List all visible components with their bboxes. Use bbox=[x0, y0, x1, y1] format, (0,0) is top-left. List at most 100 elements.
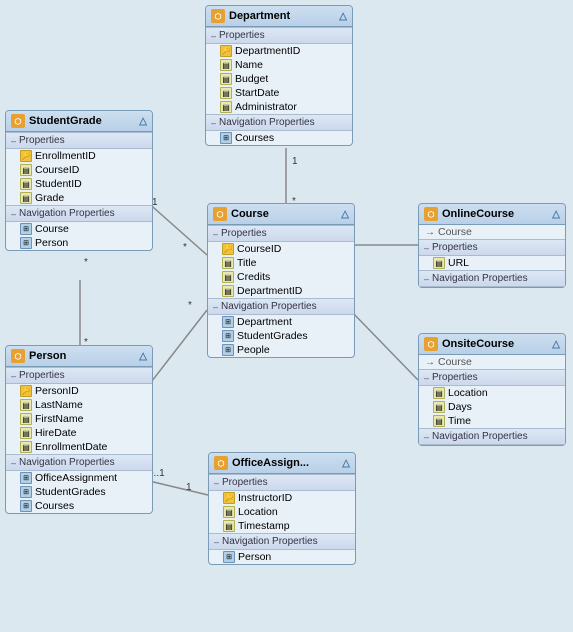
person-prop-lastname: ▤ LastName bbox=[6, 398, 152, 412]
studentgrade-prop-grade: ▤ Grade bbox=[6, 191, 152, 205]
field-icon: ▤ bbox=[220, 101, 232, 113]
svg-text:*: * bbox=[183, 242, 187, 253]
studentgrade-properties-label: Properties bbox=[19, 135, 65, 146]
entity-onsitecourse-icon: ⬡ bbox=[424, 337, 438, 351]
key-icon: 🔑 bbox=[223, 492, 235, 504]
course-properties-label: Properties bbox=[221, 228, 267, 239]
entity-department-collapse[interactable]: △ bbox=[339, 11, 347, 22]
entity-studentgrade-icon: ⬡ bbox=[11, 114, 25, 128]
officeassignment-prop-timestamp: ▤ Timestamp bbox=[209, 519, 355, 533]
department-properties-header[interactable]: – Properties bbox=[206, 27, 352, 44]
course-prop-credits: ▤ Credits bbox=[208, 270, 354, 284]
onsitecourse-prop-time: ▤ Time bbox=[419, 414, 565, 428]
onsitecourse-properties-header[interactable]: – Properties bbox=[419, 369, 565, 386]
onsitecourse-navprops-header[interactable]: – Navigation Properties bbox=[419, 428, 565, 445]
studentgrade-navprops-header[interactable]: – Navigation Properties bbox=[6, 205, 152, 222]
course-navprops-header[interactable]: – Navigation Properties bbox=[208, 298, 354, 315]
entity-studentgrade: ⬡ StudentGrade △ – Properties 🔑 Enrollme… bbox=[5, 110, 153, 251]
studentgrade-prop-studentid: ▤ StudentID bbox=[6, 177, 152, 191]
department-prop-departmentid: 🔑 DepartmentID bbox=[206, 44, 352, 58]
entity-onsitecourse-collapse[interactable]: △ bbox=[552, 339, 560, 350]
onlinecourse-arrow: → Course bbox=[419, 225, 565, 239]
field-icon: ▤ bbox=[433, 401, 445, 413]
person-nav-courses: ⊞ Courses bbox=[6, 499, 152, 513]
field-icon: ▤ bbox=[222, 285, 234, 297]
department-properties-label: Properties bbox=[219, 30, 265, 41]
entity-course-header[interactable]: ⬡ Course △ bbox=[208, 204, 354, 225]
onsitecourse-properties-label: Properties bbox=[432, 372, 478, 383]
entity-person: ⬡ Person △ – Properties 🔑 PersonID ▤ Las… bbox=[5, 345, 153, 514]
key-icon: 🔑 bbox=[220, 45, 232, 57]
entity-onsitecourse-header[interactable]: ⬡ OnsiteCourse △ bbox=[419, 334, 565, 355]
onsitecourse-arrow: → Course bbox=[419, 355, 565, 369]
course-nav-people: ⊞ People bbox=[208, 343, 354, 357]
entity-onlinecourse-header[interactable]: ⬡ OnlineCourse △ bbox=[419, 204, 565, 225]
field-icon: ▤ bbox=[222, 257, 234, 269]
person-nav-studentgrades: ⊞ StudentGrades bbox=[6, 485, 152, 499]
nav-icon: ⊞ bbox=[222, 330, 234, 342]
studentgrade-properties-header[interactable]: – Properties bbox=[6, 132, 152, 149]
field-icon: ▤ bbox=[20, 399, 32, 411]
entity-onsitecourse-title: OnsiteCourse bbox=[442, 338, 514, 350]
entity-course-collapse[interactable]: △ bbox=[341, 209, 349, 220]
field-icon: ▤ bbox=[220, 73, 232, 85]
nav-icon: ⊞ bbox=[223, 551, 235, 563]
entity-onlinecourse-title: OnlineCourse bbox=[442, 208, 514, 220]
person-properties-header[interactable]: – Properties bbox=[6, 367, 152, 384]
person-prop-hiredate: ▤ HireDate bbox=[6, 426, 152, 440]
entity-onsitecourse: ⬡ OnsiteCourse △ → Course – Properties ▤… bbox=[418, 333, 566, 446]
officeassignment-prop-location: ▤ Location bbox=[209, 505, 355, 519]
field-icon: ▤ bbox=[20, 164, 32, 176]
entity-studentgrade-collapse[interactable]: △ bbox=[139, 116, 147, 127]
course-prop-title: ▤ Title bbox=[208, 256, 354, 270]
onsitecourse-prop-location: ▤ Location bbox=[419, 386, 565, 400]
entity-person-icon: ⬡ bbox=[11, 349, 25, 363]
nav-icon: ⊞ bbox=[220, 132, 232, 144]
entity-officeassignment-header[interactable]: ⬡ OfficeAssign... △ bbox=[209, 453, 355, 474]
field-icon: ▤ bbox=[433, 257, 445, 269]
field-icon: ▤ bbox=[220, 87, 232, 99]
entity-person-collapse[interactable]: △ bbox=[139, 351, 147, 362]
course-nav-studentgrades: ⊞ StudentGrades bbox=[208, 329, 354, 343]
department-prop-administrator: ▤ Administrator bbox=[206, 100, 352, 114]
officeassignment-navprops-header[interactable]: – Navigation Properties bbox=[209, 533, 355, 550]
studentgrade-nav-person: ⊞ Person bbox=[6, 236, 152, 250]
entity-officeassignment-collapse[interactable]: △ bbox=[342, 458, 350, 469]
person-properties-label: Properties bbox=[19, 370, 65, 381]
entity-onlinecourse-collapse[interactable]: △ bbox=[552, 209, 560, 220]
diagram-canvas: 1 * * 1 * * * * 1 0..1 ⬡ Department △ bbox=[0, 0, 573, 632]
person-navprops-header[interactable]: – Navigation Properties bbox=[6, 454, 152, 471]
entity-department-icon: ⬡ bbox=[211, 9, 225, 23]
field-icon: ▤ bbox=[433, 387, 445, 399]
onlinecourse-navprops-header[interactable]: – Navigation Properties bbox=[419, 270, 565, 287]
person-navprops-label: Navigation Properties bbox=[19, 457, 115, 468]
officeassignment-navprops-label: Navigation Properties bbox=[222, 536, 318, 547]
course-properties-header[interactable]: – Properties bbox=[208, 225, 354, 242]
entity-onlinecourse-icon: ⬡ bbox=[424, 207, 438, 221]
department-navprops-label: Navigation Properties bbox=[219, 117, 315, 128]
entity-department-title: Department bbox=[229, 10, 290, 22]
nav-icon: ⊞ bbox=[20, 223, 32, 235]
department-navprops-header[interactable]: – Navigation Properties bbox=[206, 114, 352, 131]
field-icon: ▤ bbox=[220, 59, 232, 71]
field-icon: ▤ bbox=[223, 520, 235, 532]
field-icon: ▤ bbox=[223, 506, 235, 518]
nav-icon: ⊞ bbox=[222, 316, 234, 328]
key-icon: 🔑 bbox=[20, 385, 32, 397]
entity-person-header[interactable]: ⬡ Person △ bbox=[6, 346, 152, 367]
officeassignment-properties-header[interactable]: – Properties bbox=[209, 474, 355, 491]
field-icon: ▤ bbox=[20, 192, 32, 204]
onsitecourse-prop-days: ▤ Days bbox=[419, 400, 565, 414]
entity-onlinecourse: ⬡ OnlineCourse △ → Course – Properties ▤… bbox=[418, 203, 566, 288]
onlinecourse-prop-url: ▤ URL bbox=[419, 256, 565, 270]
officeassignment-prop-instructorid: 🔑 InstructorID bbox=[209, 491, 355, 505]
entity-studentgrade-header[interactable]: ⬡ StudentGrade △ bbox=[6, 111, 152, 132]
entity-officeassignment: ⬡ OfficeAssign... △ – Properties 🔑 Instr… bbox=[208, 452, 356, 565]
nav-icon: ⊞ bbox=[222, 344, 234, 356]
onlinecourse-properties-label: Properties bbox=[432, 242, 478, 253]
entity-department-header[interactable]: ⬡ Department △ bbox=[206, 6, 352, 27]
onlinecourse-properties-header[interactable]: – Properties bbox=[419, 239, 565, 256]
field-icon: ▤ bbox=[20, 178, 32, 190]
entity-course: ⬡ Course △ – Properties 🔑 CourseID ▤ Tit… bbox=[207, 203, 355, 358]
onsitecourse-navprops-label: Navigation Properties bbox=[432, 431, 528, 442]
